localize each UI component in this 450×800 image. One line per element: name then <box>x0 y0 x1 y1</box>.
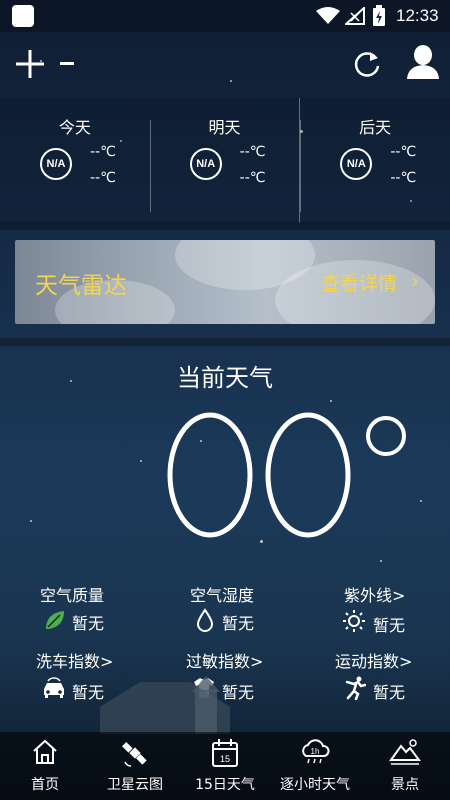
forecast-low: --℃ <box>390 170 417 186</box>
church-silhouette <box>100 676 230 734</box>
weather-na-icon: N/A <box>189 148 222 180</box>
forecast-day-after[interactable]: 后天 N/A --℃ --℃ <box>299 98 450 223</box>
bottom-navigation: 首页 卫星云图 15 15日天气 1h 逐小时天气 景点 <box>0 732 450 800</box>
nav-label: 首页 <box>31 777 59 793</box>
forecast-today[interactable]: 今天 N/A --℃ --℃ <box>0 98 150 223</box>
weather-radar-banner[interactable]: 天气雷达 查看详情 › <box>15 240 435 324</box>
signal-icon <box>345 7 365 25</box>
hourly-rain-icon: 1h <box>302 739 330 764</box>
forecast-day-label: 后天 <box>359 118 392 137</box>
calendar-icon: 15 <box>212 739 238 767</box>
index-value: 暂无 <box>222 614 255 633</box>
nav-scenic-spots[interactable]: 景点 <box>360 732 450 800</box>
home-icon <box>33 739 57 764</box>
current-temperature <box>167 412 351 538</box>
degree-symbol <box>366 416 406 456</box>
forecast-strip: 今天 N/A --℃ --℃ 明天 N/A --℃ --℃ 后天 N/A --℃… <box>0 98 450 223</box>
weather-na-icon: N/A <box>340 148 373 180</box>
status-bar: 12:33 <box>0 0 450 32</box>
index-label: 运动指数> <box>335 652 413 671</box>
radar-title: 天气雷达 <box>35 273 127 299</box>
forecast-high: --℃ <box>239 144 266 160</box>
forecast-divider <box>300 120 301 212</box>
remove-city-icon[interactable] <box>60 62 74 65</box>
index-label: 空气质量 <box>40 586 105 605</box>
wifi-icon <box>316 7 340 24</box>
section-separator <box>0 222 450 230</box>
index-value: 暂无 <box>72 614 105 633</box>
chevron-right-icon: › <box>411 269 419 293</box>
water-drop-icon <box>196 608 214 632</box>
car-icon <box>44 677 64 698</box>
nav-label: 15日天气 <box>195 777 255 793</box>
svg-text:15: 15 <box>220 754 230 764</box>
weather-na-icon: N/A <box>40 148 72 180</box>
landscape-icon <box>389 739 421 765</box>
index-value: 暂无 <box>373 683 406 702</box>
current-weather-title: 当前天气 <box>177 364 273 392</box>
forecast-low: --℃ <box>239 170 266 186</box>
index-label: 空气湿度 <box>190 586 255 605</box>
forecast-high: --℃ <box>90 144 116 160</box>
nav-home[interactable]: 首页 <box>0 732 90 800</box>
index-label: 过敏指数> <box>186 652 264 671</box>
forecast-day-label: 明天 <box>208 118 241 137</box>
user-icon[interactable] <box>406 44 440 80</box>
index-label: 洗车指数> <box>36 652 114 671</box>
running-person-icon <box>345 676 366 700</box>
clock: 12:33 <box>396 6 439 25</box>
forecast-day-label: 今天 <box>58 118 91 137</box>
toolbar <box>0 32 450 98</box>
satellite-icon <box>122 742 147 767</box>
section-separator <box>0 338 450 346</box>
nav-hourly[interactable]: 1h 逐小时天气 <box>270 732 360 800</box>
forecast-tomorrow[interactable]: 明天 N/A --℃ --℃ <box>150 98 300 223</box>
forecast-low: --℃ <box>90 170 116 186</box>
battery-icon <box>373 5 385 26</box>
notification-icon <box>12 5 34 27</box>
nav-satellite[interactable]: 卫星云图 <box>90 732 180 800</box>
radar-details-link[interactable]: 查看详情 <box>321 269 397 296</box>
nav-label: 卫星云图 <box>107 777 163 793</box>
sun-icon <box>343 610 365 632</box>
forecast-high: --℃ <box>390 144 417 160</box>
nav-15-day[interactable]: 15 15日天气 <box>180 732 270 800</box>
index-label: 紫外线> <box>344 586 406 605</box>
svg-text:1h: 1h <box>311 747 320 756</box>
refresh-icon[interactable] <box>352 48 382 80</box>
add-city-icon[interactable] <box>14 48 46 80</box>
forecast-divider <box>150 120 151 212</box>
nav-label: 景点 <box>391 777 419 793</box>
leaf-icon <box>46 611 64 629</box>
nav-label: 逐小时天气 <box>280 777 350 793</box>
index-value: 暂无 <box>373 616 406 635</box>
